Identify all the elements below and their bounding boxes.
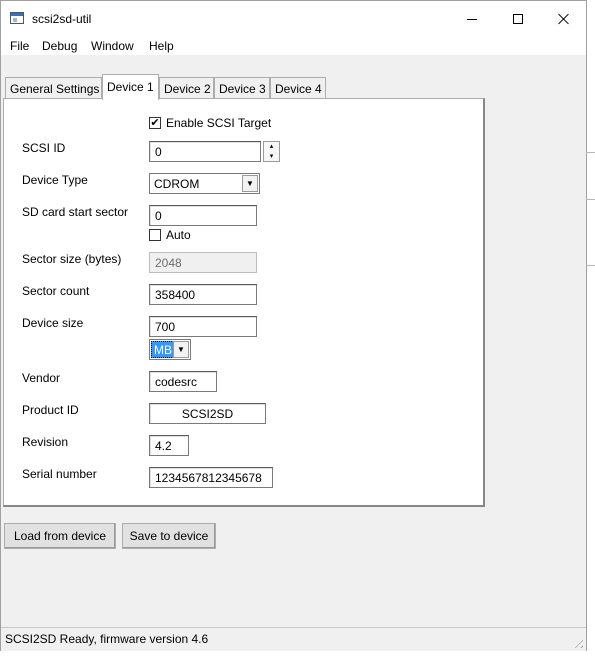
background-edge [586,265,595,266]
scsi-id-label: SCSI ID [22,141,66,155]
tab-device-3[interactable]: Device 3 [214,77,270,99]
menu-window[interactable]: Window [91,39,134,53]
save-to-device-button[interactable]: Save to device [122,523,216,549]
app-window: scsi2sd-util File Debug Window Help Gene… [0,0,587,651]
tab-device-2[interactable]: Device 2 [159,77,214,99]
maximize-button[interactable] [495,1,541,37]
load-from-device-button[interactable]: Load from device [4,523,116,549]
revision-input[interactable]: 4.2 [149,435,189,456]
device-size-input[interactable]: 700 [149,316,257,337]
maximize-icon [513,14,523,24]
close-button[interactable] [541,1,587,37]
menu-help[interactable]: Help [149,39,174,53]
chevron-down-icon[interactable]: ▼ [242,175,258,192]
enable-scsi-target-checkbox[interactable]: ✔ [149,117,161,129]
window-title: scsi2sd-util [32,12,92,26]
sd-start-sector-label: SD card start sector [22,205,129,219]
minimize-icon [467,18,477,20]
tab-device-4[interactable]: Device 4 [270,77,326,99]
menu-file[interactable]: File [10,39,29,53]
resize-grip-icon[interactable] [571,636,583,648]
close-icon [558,13,570,25]
serial-number-input[interactable]: 1234567812345678 [149,467,273,488]
background-edge [586,152,595,153]
device-size-label: Device size [22,316,84,330]
sd-start-sector-input[interactable]: 0 [149,205,257,226]
sector-size-label: Sector size (bytes) [22,252,122,266]
spin-up-icon[interactable]: ▴ [264,142,279,151]
device-type-label: Device Type [22,173,88,187]
auto-label: Auto [166,228,191,242]
spin-down-icon[interactable]: ▾ [264,152,279,161]
serial-number-label: Serial number [22,467,97,481]
status-bar: SCSI2SD Ready, firmware version 4.6 [1,627,586,651]
auto-checkbox[interactable] [149,229,161,241]
app-window-icon [10,12,24,24]
scsi-id-spinner[interactable]: ▴ ▾ [263,141,280,162]
tab-device-1[interactable]: Device 1 [102,74,159,100]
revision-label: Revision [22,435,69,449]
device-type-value: CDROM [154,177,200,191]
vendor-input[interactable]: codesrc [149,371,217,392]
vendor-label: Vendor [22,371,61,385]
product-id-label: Product ID [22,403,79,417]
sector-size-input: 2048 [149,252,257,273]
background-edge [586,199,595,200]
size-unit-select[interactable]: MB ▼ [149,339,191,360]
menu-bar: File Debug Window Help [1,37,586,55]
minimize-button[interactable] [449,1,495,37]
product-id-input[interactable]: SCSI2SD [149,403,266,424]
menu-debug[interactable]: Debug [42,39,77,53]
sector-count-label: Sector count [22,284,90,298]
enable-scsi-target-label: Enable SCSI Target [166,116,272,130]
tab-general-settings[interactable]: General Settings [5,77,102,99]
scsi-id-input[interactable]: 0 [149,141,261,162]
title-bar[interactable]: scsi2sd-util [1,1,586,37]
chevron-down-icon[interactable]: ▼ [173,341,189,358]
sector-count-input[interactable]: 358400 [149,284,257,305]
device-type-select[interactable]: CDROM ▼ [149,173,260,194]
status-text: SCSI2SD Ready, firmware version 4.6 [5,632,209,646]
